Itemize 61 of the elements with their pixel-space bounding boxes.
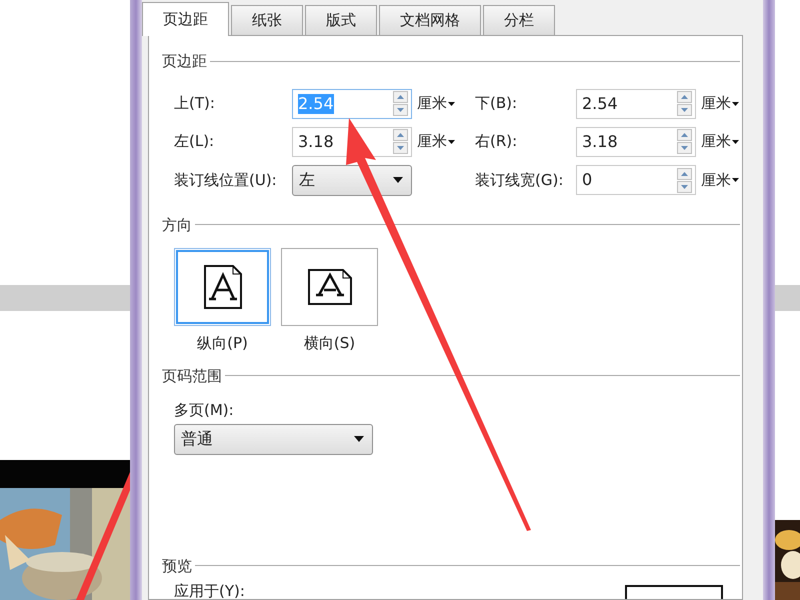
field-label: 多页(M): (174, 400, 234, 421)
field-label: 装订线位置(U): (174, 170, 278, 191)
spin-down-button[interactable] (677, 180, 692, 192)
unit-dropdown[interactable]: 厘米 (701, 92, 739, 115)
down-arrow-icon (681, 184, 688, 188)
up-arrow-icon (681, 172, 688, 176)
caret-icon (732, 140, 739, 144)
spin-up-button[interactable] (393, 129, 408, 141)
spin-down-button[interactable] (393, 104, 408, 116)
section-title: 方向 (162, 214, 192, 236)
spin-up-button[interactable] (393, 91, 408, 103)
field-label: 上(T): (174, 93, 216, 114)
section-title: 页码范围 (162, 366, 222, 386)
number-field[interactable]: 0 (576, 165, 696, 195)
caret-icon (732, 102, 739, 106)
page-icon (308, 269, 352, 305)
up-arrow-icon (397, 95, 404, 99)
caret-icon (393, 177, 403, 183)
field-label: 左(L): (174, 131, 216, 152)
number-field[interactable]: 2.54 (576, 88, 696, 118)
tab[interactable]: 文档网格 (379, 5, 481, 35)
unit-dropdown[interactable]: 厘米 (701, 168, 739, 192)
down-arrow-icon (681, 108, 688, 112)
caret-icon (448, 140, 455, 144)
section-title: 预览 (162, 556, 192, 576)
page-icon (204, 265, 242, 309)
tab[interactable]: 版式 (305, 5, 377, 35)
spin-down-button[interactable] (677, 104, 692, 116)
section-title: 页边距 (162, 51, 207, 72)
caret-icon (354, 436, 364, 442)
down-arrow-icon (681, 146, 688, 150)
field-label: 下(B): (475, 93, 518, 114)
field-label: 装订线宽(G): (475, 170, 564, 191)
option-label: 横向(S) (304, 333, 356, 354)
dropdown[interactable]: 左 (292, 164, 412, 196)
tab[interactable]: 纸张 (231, 5, 303, 35)
spin-up-button[interactable] (677, 168, 692, 180)
orientation-option[interactable] (174, 248, 271, 326)
dropdown[interactable]: 普通 (174, 424, 373, 454)
number-field[interactable]: 3.18 (576, 126, 696, 156)
down-arrow-icon (397, 108, 404, 112)
up-arrow-icon (681, 95, 688, 99)
down-arrow-icon (397, 146, 404, 150)
unit-dropdown[interactable]: 厘米 (417, 92, 455, 115)
orientation-option[interactable] (281, 248, 378, 326)
field-label: 应用于(Y): (174, 583, 245, 599)
spin-down-button[interactable] (677, 142, 692, 154)
page-divider-band (775, 285, 800, 311)
unit-dropdown[interactable]: 厘米 (701, 130, 739, 153)
tab[interactable]: 分栏 (483, 5, 555, 35)
option-label: 纵向(P) (197, 333, 248, 354)
up-arrow-icon (397, 133, 404, 137)
spin-up-button[interactable] (677, 129, 692, 141)
spin-up-button[interactable] (677, 91, 692, 103)
tab[interactable]: 页边距 (142, 2, 229, 36)
unit-dropdown[interactable]: 厘米 (417, 130, 455, 153)
up-arrow-icon (681, 133, 688, 137)
field-label: 右(R): (475, 131, 518, 152)
caret-icon (732, 178, 739, 182)
caret-icon (448, 102, 455, 106)
spin-down-button[interactable] (393, 142, 408, 154)
